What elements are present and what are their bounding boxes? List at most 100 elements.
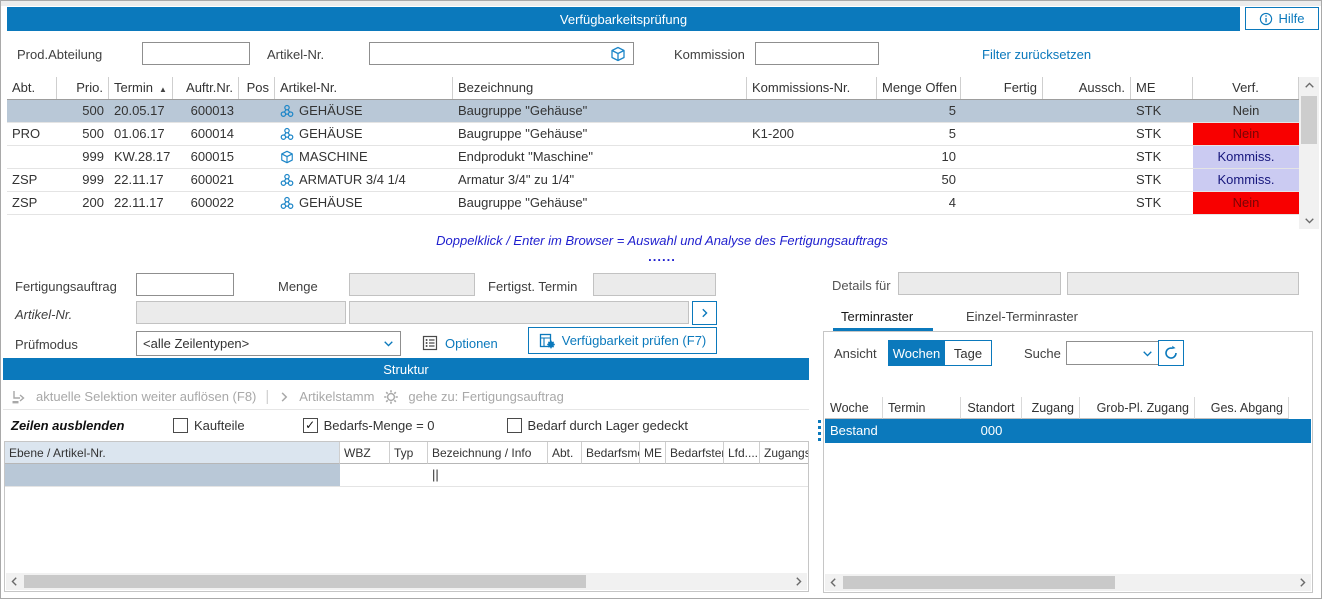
col-typ[interactable]: Typ [390,442,428,464]
cell-aussch [1043,123,1131,145]
cell-bezeichnung: Endprodukt "Maschine" [453,146,747,168]
order-row-600021[interactable]: ZSP 999 22.11.17 600021 ARMATUR 3/4 1/4 … [7,169,1299,192]
col-woche[interactable]: Woche [825,397,883,419]
col-wbz[interactable]: WBZ [340,442,390,464]
refresh-button[interactable] [1158,340,1184,366]
struktur-table: Ebene / Artikel-Nr. WBZ Typ Bezeichnung … [4,441,809,592]
optionen-button[interactable]: Optionen [422,335,498,351]
col-bezeichnung[interactable]: Bezeichnung [453,77,747,99]
bedarfsmenge-checkbox-group[interactable]: ✓ Bedarfs-Menge = 0 [303,418,435,433]
col-aussch[interactable]: Aussch. [1043,77,1131,99]
goto-fertigungsauftrag-button[interactable]: gehe zu: Fertigungsauftrag [408,389,563,404]
scroll-down-button[interactable] [1299,212,1319,229]
ansicht-toggle: Wochen Tage [888,340,992,366]
bestand-row[interactable]: Bestand 000 [825,419,1311,443]
col-verf[interactable]: Verf. [1193,77,1299,99]
suche-select[interactable] [1066,341,1160,365]
col-auftrnr[interactable]: Auftr.Nr. [173,77,239,99]
cell-pos [239,146,275,168]
resolve-selection-button[interactable]: aktuelle Selektion weiter auflösen (F8) [36,389,256,404]
scroll-right-button[interactable] [790,573,807,590]
artikel-nr-form-input[interactable] [136,301,346,324]
col-pos[interactable]: Pos [239,77,275,99]
cell-aussch [1043,192,1131,214]
kommission-input[interactable] [755,42,879,65]
details-bezeichnung-input[interactable] [1067,272,1299,295]
col-zugang[interactable]: Zugang [1022,397,1080,419]
tage-button[interactable]: Tage [944,341,991,365]
struktur-horizontal-scrollbar[interactable] [6,573,807,590]
col-me[interactable]: ME [640,442,666,464]
fertigst-termin-input[interactable] [593,273,716,296]
col-bedarfstermin[interactable]: Bedarfster... [666,442,724,464]
panel-splitter-handle[interactable] [818,420,821,444]
wochen-button[interactable]: Wochen [889,341,944,365]
order-row-600013[interactable]: 500 20.05.17 600013 GEHÄUSE Baugruppe "G… [7,100,1299,123]
struktur-row[interactable]: || [5,464,808,487]
cell-auftrnr: 600021 [173,169,239,191]
lager-gedeckt-checkbox[interactable] [507,418,522,433]
verfuegbarkeit-pruefen-button[interactable]: Verfügbarkeit prüfen (F7) [528,327,717,354]
cube-lookup-icon[interactable] [610,46,626,62]
filter-reset-link[interactable]: Filter zurücksetzen [982,47,1091,62]
kaufteile-checkbox-group[interactable]: Kaufteile [173,418,245,433]
tab-terminraster[interactable]: Terminraster [841,309,913,324]
orders-table-header: Abt. Prio. Termin▲ Auftr.Nr. Pos Artikel… [7,77,1299,100]
cell-menge: 50 [877,169,961,191]
order-row-600022[interactable]: ZSP 200 22.11.17 600022 GEHÄUSE Baugrupp… [7,192,1299,215]
col-kommissionsnr[interactable]: Kommissions-Nr. [747,77,877,99]
terminraster-horizontal-scrollbar[interactable] [825,574,1311,591]
col-bedarfsmenge[interactable]: Bedarfsme... [582,442,640,464]
col-ges-abgang[interactable]: Ges. Abgang [1195,397,1289,419]
vertical-scroll-thumb[interactable] [1301,96,1317,144]
artikel-nr-filter-input[interactable] [369,42,634,65]
scroll-right-button[interactable] [1294,574,1311,591]
kaufteile-checkbox[interactable] [173,418,188,433]
cell-termin [883,419,961,443]
scroll-up-button[interactable] [1299,77,1319,94]
cell-me: STK [1131,192,1193,214]
artikel-bezeichnung-input[interactable] [349,301,689,324]
order-row-600015[interactable]: 999 KW.28.17 600015 MASCHINE Endprodukt … [7,146,1299,169]
menge-input[interactable] [349,273,475,296]
col-termin[interactable]: Termin▲ [109,77,173,99]
lager-gedeckt-checkbox-group[interactable]: Bedarf durch Lager gedeckt [507,418,688,433]
cell-prio: 999 [57,169,109,191]
col-prio[interactable]: Prio. [57,77,109,99]
cell-bedarfsmenge [582,464,640,486]
cell-ebene [5,464,340,486]
scroll-left-button[interactable] [6,573,23,590]
prod-abteilung-input[interactable] [142,42,250,65]
col-artikelnr[interactable]: Artikel-Nr. [275,77,453,99]
fertigungsauftrag-input[interactable] [136,273,234,296]
col-me[interactable]: ME [1131,77,1193,99]
col-lfd[interactable]: Lfd.... [724,442,760,464]
col-zugangstermin[interactable]: Zugangste... [760,442,809,464]
col-abt[interactable]: Abt. [548,442,582,464]
help-button[interactable]: Hilfe [1245,7,1319,30]
artikelstamm-button[interactable]: Artikelstamm [299,389,374,404]
bedarfsmenge-checkbox[interactable]: ✓ [303,418,318,433]
col-standort[interactable]: Standort [961,397,1022,419]
col-ebene-artikelnr[interactable]: Ebene / Artikel-Nr. [5,442,340,464]
col-menge-offen[interactable]: Menge Offen [877,77,961,99]
order-row-600014[interactable]: PRO 500 01.06.17 600014 GEHÄUSE Baugrupp… [7,123,1299,146]
pruefmodus-value: <alle Zeilentypen> [143,336,249,351]
horizontal-scroll-thumb[interactable] [843,576,1115,589]
assembly-icon [280,127,294,141]
cell-woche: Bestand [825,419,883,443]
artikel-text: GEHÄUSE [299,123,363,145]
horizontal-scroll-thumb[interactable] [24,575,586,588]
cell-kommission [747,146,877,168]
col-termin[interactable]: Termin [883,397,961,419]
col-grob-pl-zugang[interactable]: Grob-Pl. Zugang [1080,397,1195,419]
scroll-left-button[interactable] [825,574,842,591]
col-bezeichnung-info[interactable]: Bezeichnung / Info [428,442,548,464]
tab-einzel-terminraster[interactable]: Einzel-Terminraster [966,309,1078,324]
goto-artikel-button[interactable] [692,301,717,325]
pruefmodus-select[interactable]: <alle Zeilentypen> [136,331,401,356]
col-fertig[interactable]: Fertig [961,77,1043,99]
details-artikel-input[interactable] [898,272,1061,295]
orders-vertical-scrollbar[interactable] [1299,77,1319,229]
col-abt[interactable]: Abt. [7,77,57,99]
